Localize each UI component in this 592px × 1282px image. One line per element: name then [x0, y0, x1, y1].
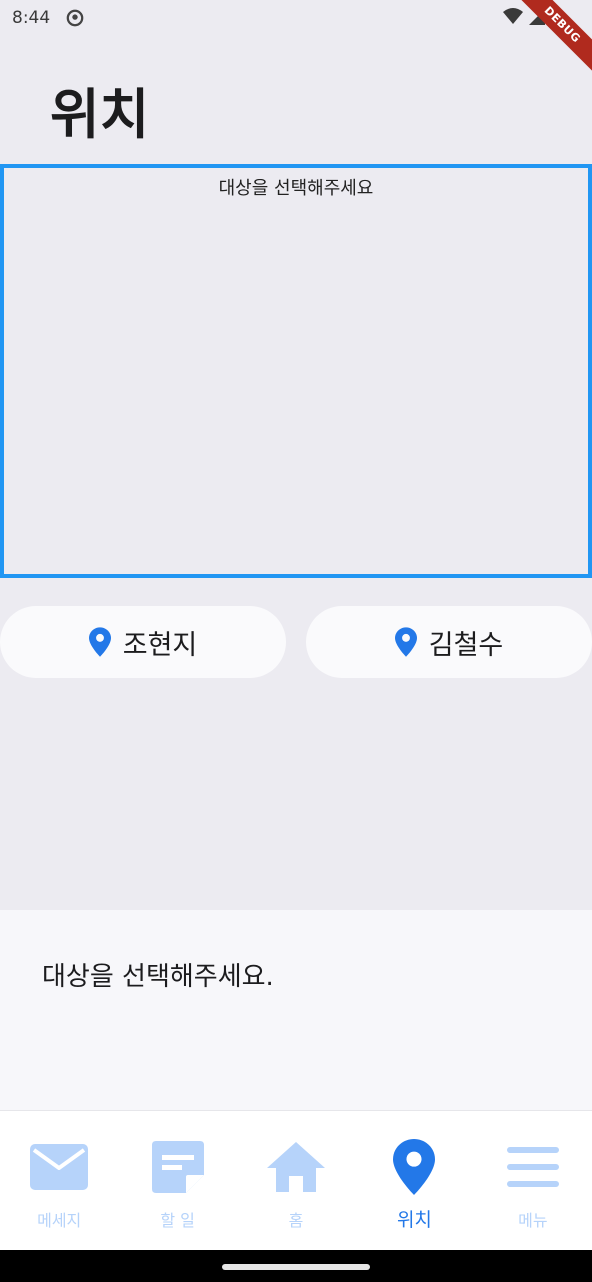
location-pin-icon	[88, 627, 111, 657]
nav-label: 위치	[396, 1209, 432, 1231]
system-nav-bar	[0, 1250, 592, 1282]
nav-item-home[interactable]: 홈	[237, 1111, 355, 1250]
app-notification-icon	[66, 9, 84, 27]
home-icon	[267, 1142, 326, 1192]
info-text: 대상을 선택해주세요.	[42, 962, 274, 992]
info-panel: 대상을 선택해주세요.	[0, 910, 592, 1110]
nav-label: 메세지	[37, 1211, 82, 1230]
bottom-nav: 메세지 할 일 홈 위치 메뉴	[0, 1110, 592, 1250]
nav-item-location[interactable]: 위치	[355, 1111, 473, 1250]
target-label: 김철수	[428, 629, 504, 661]
map-view[interactable]: 대상을 선택해주세요	[0, 164, 592, 578]
nav-item-menu[interactable]: 메뉴	[474, 1111, 592, 1250]
location-pin-icon	[394, 627, 417, 657]
target-button-0[interactable]: 조현지	[0, 606, 286, 678]
location-pin-icon	[393, 1139, 436, 1195]
nav-item-messages[interactable]: 메세지	[0, 1111, 118, 1250]
menu-icon	[506, 1147, 559, 1187]
map-hint-text: 대상을 선택해주세요	[218, 178, 374, 199]
status-time: 8:44	[12, 8, 51, 28]
nav-label: 홈	[288, 1211, 304, 1230]
note-icon	[151, 1141, 204, 1193]
wifi-icon	[503, 8, 523, 24]
target-button-1[interactable]: 김철수	[306, 606, 592, 678]
nav-label: 메뉴	[518, 1211, 548, 1230]
target-label: 조현지	[122, 629, 198, 661]
home-indicator[interactable]	[222, 1264, 370, 1270]
nav-label: 할 일	[160, 1211, 195, 1230]
mail-icon	[30, 1144, 89, 1190]
page-title: 위치	[50, 83, 150, 146]
nav-item-todo[interactable]: 할 일	[118, 1111, 236, 1250]
